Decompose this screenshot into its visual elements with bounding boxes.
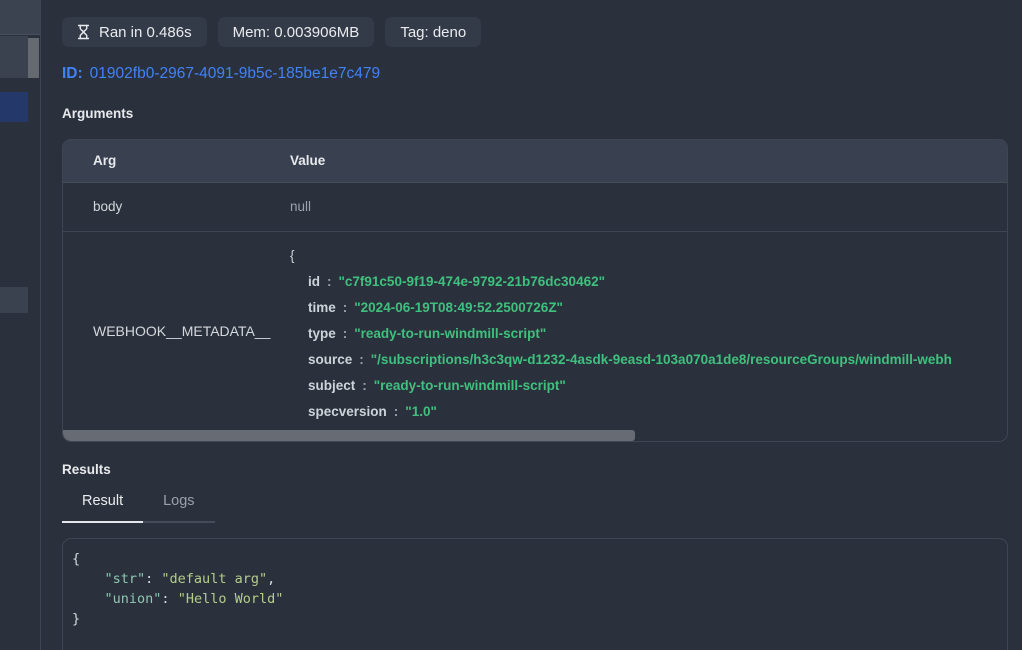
result-close-brace: }: [72, 611, 80, 627]
side-panel-item-selected[interactable]: [0, 92, 28, 122]
side-panel-scrollbar-thumb[interactable]: [28, 38, 39, 78]
run-id-line: ID: 01902fb0-2967-4091-9b5c-185be1e7c479: [62, 64, 1008, 83]
duration-badge-label: Ran in 0.486s: [99, 24, 192, 41]
json-entry-subject: subject:"ready-to-run-windmill-script": [290, 373, 1007, 399]
col-header-arg: Arg: [93, 153, 116, 168]
result-json-panel: { "str": "default arg", "union": "Hello …: [62, 538, 1008, 650]
memory-badge-label: Mem: 0.003906MB: [233, 24, 360, 41]
run-id-prefix: ID:: [62, 65, 83, 83]
duration-badge: Ran in 0.486s: [62, 17, 207, 47]
side-panel-strip: [0, 0, 41, 650]
json-entry-specversion: specversion:"1.0": [290, 399, 1007, 425]
arg-name-body: body: [93, 199, 122, 214]
results-title: Results: [62, 462, 1008, 477]
arguments-table-header: Arg Value: [63, 140, 1007, 183]
run-badges-row: Ran in 0.486s Mem: 0.003906MB Tag: deno: [62, 17, 1008, 47]
table-scrollbar-thumb[interactable]: [63, 430, 635, 441]
arguments-title: Arguments: [62, 106, 1008, 121]
json-open-brace: {: [290, 248, 295, 263]
json-entry-id: id:"c7f91c50-9f19-474e-9792-21b76dc30462…: [290, 269, 1007, 295]
results-tabs: Result Logs: [62, 490, 1008, 523]
metadata-json-viewer: { id:"c7f91c50-9f19-474e-9792-21b76dc304…: [290, 232, 1007, 430]
table-row-body: body null: [63, 183, 1007, 232]
tab-result[interactable]: Result: [62, 490, 143, 523]
arg-value-null: null: [290, 199, 311, 214]
arg-name-metadata: WEBHOOK__METADATA__: [93, 323, 270, 339]
col-header-value: Value: [290, 153, 325, 168]
json-entry-time: time:"2024-06-19T08:49:52.2500726Z": [290, 295, 1007, 321]
hourglass-icon: [77, 24, 90, 40]
run-detail-main: Ran in 0.486s Mem: 0.003906MB Tag: deno …: [41, 0, 1022, 650]
json-entry-source: source:"/subscriptions/h3c3qw-d1232-4asd…: [290, 347, 1007, 373]
json-entry-type: type:"ready-to-run-windmill-script": [290, 321, 1007, 347]
result-open-brace: {: [72, 551, 80, 567]
table-row-webhook-metadata: WEBHOOK__METADATA__ { id:"c7f91c50-9f19-…: [63, 232, 1007, 430]
result-line-union: "union": "Hello World": [72, 589, 1007, 609]
arguments-table: Arg Value body null WEBHOOK__METADATA__ …: [62, 139, 1008, 442]
side-panel-header-block: [0, 0, 40, 35]
tag-badge: Tag: deno: [385, 17, 481, 47]
memory-badge: Mem: 0.003906MB: [218, 17, 375, 47]
tab-logs[interactable]: Logs: [143, 490, 214, 523]
result-line-str: "str": "default arg",: [72, 569, 1007, 589]
table-horizontal-scrollbar: [63, 430, 1007, 441]
side-panel-item[interactable]: [0, 36, 28, 78]
tag-badge-label: Tag: deno: [400, 24, 466, 41]
run-id-value[interactable]: 01902fb0-2967-4091-9b5c-185be1e7c479: [90, 65, 380, 83]
side-panel-item[interactable]: [0, 287, 28, 313]
